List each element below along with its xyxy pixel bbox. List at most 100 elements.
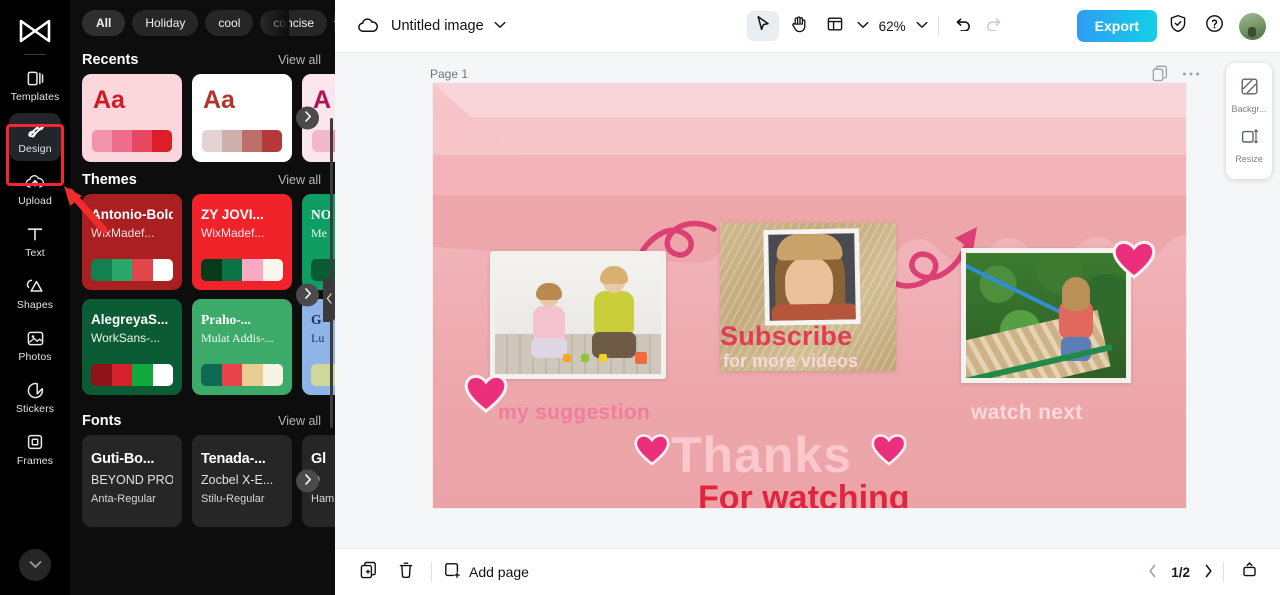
fit-screen-button[interactable] <box>1234 557 1264 587</box>
sidebar-item-templates[interactable]: Templates <box>9 61 61 109</box>
user-avatar[interactable] <box>1239 12 1266 40</box>
zoom-chevron-down-icon[interactable] <box>916 20 928 32</box>
prev-page-button[interactable] <box>1148 564 1157 581</box>
font-card-line1: Tenada-... <box>201 451 266 467</box>
filter-chip-holiday[interactable]: Holiday <box>132 10 199 36</box>
theme-card[interactable]: Praho-... Mulat Addis-... <box>192 299 292 395</box>
recent-card[interactable]: Aa <box>82 74 182 162</box>
sidebar-item-upload[interactable]: Upload <box>9 165 61 213</box>
filter-chip-cool[interactable]: cool <box>205 10 254 36</box>
filter-chip-concise[interactable]: concise <box>260 10 328 36</box>
layout-icon <box>827 16 843 37</box>
theme-card-title: ZY JOVI... <box>201 208 264 222</box>
templates-icon <box>26 68 45 89</box>
top-toolbar: Untitled image 62% Export <box>335 0 1280 53</box>
document-title[interactable]: Untitled image <box>391 18 484 34</box>
delete-button[interactable] <box>391 557 421 587</box>
sidebar-item-text[interactable]: Text <box>9 217 61 265</box>
pager-divider <box>1223 562 1224 582</box>
filter-chip-row: All Holiday cool concise <box>70 0 335 42</box>
heart-sticker-thanks-right-icon <box>871 434 907 466</box>
redo-icon <box>985 16 1002 36</box>
font-card-line1: Guti-Bo... <box>91 451 155 467</box>
rail-collapse-button[interactable] <box>19 549 51 581</box>
filter-chip-all[interactable]: All <box>82 10 126 36</box>
panel-collapse-handle[interactable] <box>323 278 335 322</box>
recent-card-swatches <box>92 130 172 152</box>
caption-my-suggestion[interactable]: my suggestion <box>498 401 650 425</box>
more-horizontal-icon[interactable] <box>1182 71 1200 77</box>
theme-card[interactable]: ZY JOVI... WixMadef... <box>192 194 292 290</box>
caption-watch-next[interactable]: watch next <box>971 401 1083 425</box>
theme-card-swatches <box>91 364 173 386</box>
sidebar-item-design[interactable]: Design <box>9 113 61 161</box>
theme-card-swatches <box>201 364 283 386</box>
theme-card[interactable]: Antonio-Bold WixMadef... <box>82 194 182 290</box>
recents-carousel: Aa Aa A <box>70 74 335 162</box>
add-page-button[interactable]: Add page <box>444 562 529 582</box>
select-tool-button[interactable] <box>746 11 779 41</box>
next-page-button[interactable] <box>1204 564 1213 581</box>
sidebar-item-frames[interactable]: Frames <box>9 425 61 473</box>
design-panel: All Holiday cool concise Recents View al… <box>70 0 335 595</box>
theme-card[interactable]: AlegreyaS... WorkSans-... <box>82 299 182 395</box>
redo-button[interactable] <box>979 11 1009 41</box>
cloud-saved-icon[interactable] <box>357 17 379 35</box>
left-rail: Templates Design Upload Text Shapes Phot… <box>0 0 70 595</box>
upload-icon <box>25 172 45 193</box>
sidebar-item-shapes[interactable]: Shapes <box>9 269 61 317</box>
recent-card-sample: Aa <box>203 86 235 114</box>
photo-watch-next[interactable] <box>961 248 1131 383</box>
undo-icon <box>955 16 972 36</box>
frames-icon <box>26 432 44 453</box>
caption-for-watching[interactable]: For watching <box>698 479 910 508</box>
resize-tool-button[interactable]: Resize <box>1226 121 1272 171</box>
chevron-left-icon <box>326 293 333 307</box>
recents-next-button[interactable] <box>296 106 319 130</box>
chevron-right-icon <box>304 111 312 126</box>
themes-row-2: AlegreyaS... WorkSans-... Praho-... Mula… <box>70 299 335 395</box>
background-tool-button[interactable]: Backgr... <box>1226 71 1272 121</box>
theme-card-subtitle: WixMadef... <box>91 225 155 240</box>
heart-sticker-right-icon <box>1112 240 1156 279</box>
section-title: Themes <box>82 172 137 188</box>
shield-check-button[interactable] <box>1163 11 1193 41</box>
photo-my-suggestion[interactable] <box>490 251 666 379</box>
font-card[interactable]: Guti-Bo... BEYOND PRO... Anta-Regular <box>82 435 182 527</box>
duplicate-page-icon[interactable] <box>1152 65 1168 82</box>
fonts-next-button[interactable] <box>296 469 319 493</box>
sidebar-item-label: Templates <box>10 90 60 103</box>
themes-row-1: Antonio-Bold WixMadef... ZY JOVI... WixM… <box>70 194 335 290</box>
page-navigator: 1/2 <box>1148 564 1213 581</box>
editor-main: Untitled image 62% Export Page 1 my sugg… <box>335 0 1280 595</box>
zoom-level-value[interactable]: 62% <box>879 19 906 34</box>
design-artboard[interactable]: my suggestion Subscribe for more videos <box>433 83 1186 508</box>
photos-icon <box>26 328 45 349</box>
sidebar-item-photos[interactable]: Photos <box>9 321 61 369</box>
help-button[interactable] <box>1199 11 1229 41</box>
panel-scrollbar[interactable] <box>330 118 333 428</box>
view-all-fonts[interactable]: View all <box>278 414 321 428</box>
bottom-toolbar: Add page 1/2 <box>335 548 1280 595</box>
undo-button[interactable] <box>949 11 979 41</box>
sidebar-item-label: Shapes <box>16 298 54 311</box>
themes-next-button[interactable] <box>296 283 319 306</box>
duplicate-button[interactable] <box>353 557 383 587</box>
caption-subscribe[interactable]: Subscribe <box>720 321 852 352</box>
text-icon <box>26 224 44 245</box>
font-card[interactable]: Tenada-... Zocbel X-E... Stilu-Regular <box>192 435 292 527</box>
capcut-logo-icon[interactable] <box>16 16 54 46</box>
cursor-arrow-icon <box>755 15 771 37</box>
sidebar-item-stickers[interactable]: Stickers <box>9 373 61 421</box>
toolbar-divider <box>937 16 939 36</box>
layout-tool-button[interactable] <box>819 11 851 41</box>
chevron-down-icon[interactable] <box>494 20 506 32</box>
export-button[interactable]: Export <box>1076 10 1157 42</box>
caption-subscribe-sub[interactable]: for more videos <box>723 351 858 372</box>
layout-chevron-down-icon[interactable] <box>857 20 869 32</box>
hand-tool-button[interactable] <box>783 11 815 41</box>
view-all-recents[interactable]: View all <box>278 53 321 67</box>
caption-thanks[interactable]: Thanks <box>671 426 852 484</box>
view-all-themes[interactable]: View all <box>278 173 321 187</box>
recent-card[interactable]: Aa <box>192 74 292 162</box>
